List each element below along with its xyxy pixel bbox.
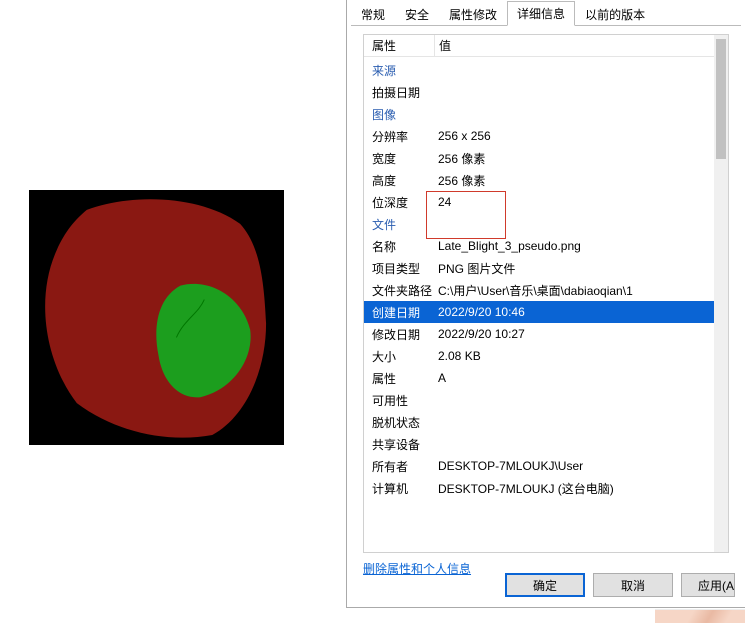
header-property[interactable]: 属性 (372, 37, 434, 54)
row-created[interactable]: 创建日期 2022/9/20 10:46 (364, 301, 728, 323)
row-name[interactable]: 名称 Late_Blight_3_pseudo.png (364, 235, 728, 257)
scrollbar-vertical[interactable] (714, 35, 728, 552)
image-preview (29, 190, 284, 445)
section-image: 图像 (364, 103, 728, 125)
cancel-button[interactable]: 取消 (593, 573, 673, 597)
pseudo-color-image (29, 190, 284, 445)
column-header: 属性 值 (364, 35, 728, 57)
apply-button[interactable]: 应用(A (681, 573, 735, 597)
tab-general[interactable]: 常规 (351, 2, 395, 26)
row-resolution[interactable]: 分辨率 256 x 256 (364, 125, 728, 147)
row-height[interactable]: 高度 256 像素 (364, 169, 728, 191)
row-folder-path[interactable]: 文件夹路径 C:\用户\User\音乐\桌面\dabiaoqian\1 (364, 279, 728, 301)
row-offline[interactable]: 脱机状态 (364, 411, 728, 433)
tab-previous[interactable]: 以前的版本 (575, 2, 655, 26)
header-value[interactable]: 值 (434, 35, 728, 56)
row-date-taken[interactable]: 拍摄日期 (364, 81, 728, 103)
properties-dialog: 常规 安全 属性修改 详细信息 以前的版本 属性 值 来源 拍摄日期 图像 分辨… (346, 0, 745, 608)
background-decor (655, 609, 745, 623)
section-source: 来源 (364, 59, 728, 81)
row-shared[interactable]: 共享设备 (364, 433, 728, 455)
row-computer[interactable]: 计算机 DESKTOP-7MLOUKJ (这台电脑) (364, 477, 728, 499)
row-bit-depth[interactable]: 位深度 24 (364, 191, 728, 213)
tab-prop-mod[interactable]: 属性修改 (439, 2, 507, 26)
row-availability[interactable]: 可用性 (364, 389, 728, 411)
row-item-type[interactable]: 项目类型 PNG 图片文件 (364, 257, 728, 279)
section-file: 文件 (364, 213, 728, 235)
row-owner[interactable]: 所有者 DESKTOP-7MLOUKJ\User (364, 455, 728, 477)
ok-button[interactable]: 确定 (505, 573, 585, 597)
scrollbar-thumb[interactable] (716, 39, 726, 159)
delete-properties-link[interactable]: 删除属性和个人信息 (363, 560, 471, 577)
tab-strip: 常规 安全 属性修改 详细信息 以前的版本 (351, 2, 741, 26)
row-size[interactable]: 大小 2.08 KB (364, 345, 728, 367)
tab-security[interactable]: 安全 (395, 2, 439, 26)
tab-details[interactable]: 详细信息 (507, 1, 575, 26)
row-attributes[interactable]: 属性 A (364, 367, 728, 389)
dialog-buttons: 确定 取消 应用(A (505, 573, 735, 597)
row-width[interactable]: 宽度 256 像素 (364, 147, 728, 169)
details-pane: 属性 值 来源 拍摄日期 图像 分辨率 256 x 256 宽度 256 像素 (363, 34, 729, 553)
row-modified[interactable]: 修改日期 2022/9/20 10:27 (364, 323, 728, 345)
